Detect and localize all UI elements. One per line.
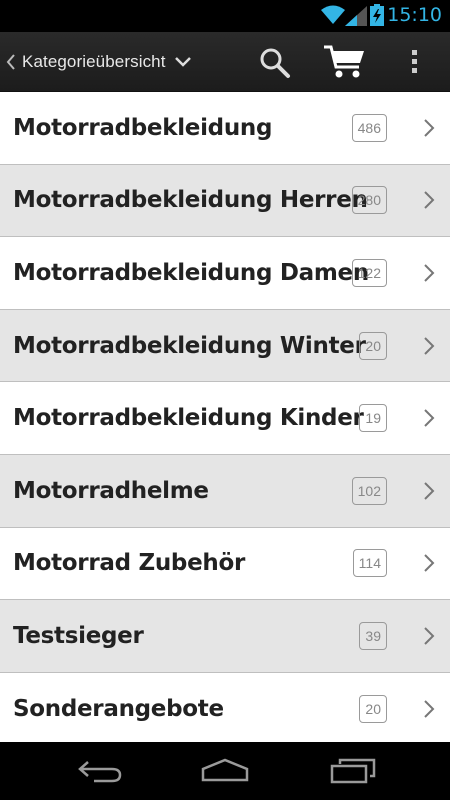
item-count-badge: 39 (359, 621, 387, 650)
action-bar: Kategorieübersicht (0, 32, 450, 92)
system-navigation-bar (0, 742, 450, 800)
category-label: Motorradhelme (13, 477, 209, 504)
item-count-badge: 486 (351, 113, 387, 142)
category-label: Motorradbekleidung Kinder (13, 405, 364, 432)
chevron-right-icon (424, 191, 435, 210)
category-row[interactable]: Sonderangebote 20 (0, 672, 450, 746)
chevron-right-icon (424, 482, 435, 500)
search-icon[interactable] (258, 46, 292, 80)
battery-charging-icon (370, 4, 384, 26)
recent-apps-icon[interactable] (330, 758, 376, 784)
item-count-badge: 20 (359, 331, 387, 360)
category-row[interactable]: Motorradbekleidung Winter 20 (0, 309, 450, 383)
item-count-badge: 19 (359, 404, 387, 433)
status-bar: 15:10 (0, 0, 450, 32)
category-label: Sonderangebote (13, 695, 224, 722)
item-count-badge: 280 (351, 186, 387, 215)
chevron-right-icon (424, 336, 435, 355)
wifi-icon (321, 5, 345, 24)
category-dropdown[interactable]: Kategorieübersicht (4, 32, 192, 92)
category-row[interactable]: Motorrad Zubehör 114 (0, 527, 450, 601)
chevron-down-icon (174, 57, 191, 67)
category-row[interactable]: Motorradbekleidung Herren 280 (0, 164, 450, 238)
chevron-right-icon (424, 627, 435, 645)
category-row[interactable]: Testsieger 39 (0, 600, 450, 673)
chevron-right-icon (424, 264, 435, 282)
item-count-badge: 114 (352, 549, 387, 578)
back-chevron-icon (6, 54, 15, 70)
chevron-right-icon (424, 409, 435, 427)
category-row[interactable]: Motorradbekleidung Kinder 19 (0, 382, 450, 455)
home-icon[interactable] (201, 758, 249, 784)
category-label: Motorradbekleidung (13, 114, 273, 141)
overflow-menu-icon[interactable] (408, 48, 420, 76)
chevron-right-icon (424, 554, 435, 573)
category-row[interactable]: Motorradbekleidung Damen 122 (0, 237, 450, 310)
item-count-badge: 102 (351, 476, 387, 505)
category-list: Motorradbekleidung 486 Motorradbekleidun… (0, 92, 450, 746)
chevron-right-icon (424, 699, 435, 718)
back-icon[interactable] (78, 758, 124, 784)
category-label: Testsieger (13, 622, 144, 649)
category-label: Motorradbekleidung Herren (13, 187, 368, 214)
item-count-badge: 122 (351, 258, 387, 287)
cart-icon[interactable] (323, 44, 367, 80)
category-label: Motorradbekleidung Winter (13, 332, 366, 359)
category-label: Motorradbekleidung Damen (13, 259, 369, 286)
signal-icon (345, 6, 367, 26)
category-label: Motorrad Zubehör (13, 550, 245, 577)
screen-title: Kategorieübersicht (22, 52, 166, 71)
chevron-right-icon (424, 119, 435, 137)
item-count-badge: 20 (359, 694, 387, 723)
clock: 15:10 (387, 4, 442, 26)
category-row[interactable]: Motorradbekleidung 486 (0, 92, 450, 165)
category-row[interactable]: Motorradhelme 102 (0, 454, 450, 528)
